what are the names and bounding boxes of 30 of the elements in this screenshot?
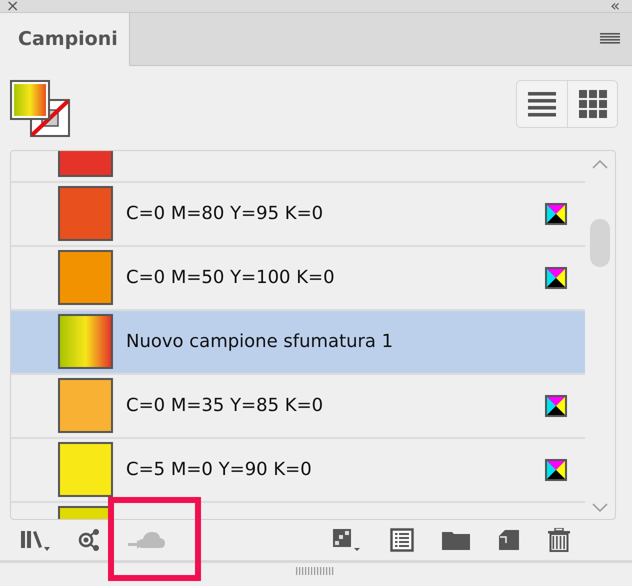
process-color-icon xyxy=(545,266,567,289)
menu-icon[interactable] xyxy=(600,32,620,45)
swatch-name: C=0 M=50 Y=100 K=0 xyxy=(126,267,336,288)
swatch-name: C=0 M=35 Y=85 K=0 xyxy=(126,395,324,416)
close-icon[interactable]: × xyxy=(6,0,20,12)
collapse-icon[interactable]: « xyxy=(610,0,620,12)
fill-stroke-icon[interactable] xyxy=(10,80,72,138)
new-swatch-icon[interactable] xyxy=(498,529,520,552)
resize-grip-icon[interactable] xyxy=(296,567,336,576)
swatch-name: C=5 M=0 Y=90 K=0 xyxy=(126,459,313,480)
swatch-name: C=0 M=80 Y=95 K=0 xyxy=(126,203,324,224)
swatch-name: Nuovo campione sfumatura 1 xyxy=(126,331,394,352)
trash-icon[interactable] xyxy=(548,528,570,552)
process-color-icon xyxy=(545,394,567,417)
process-color-icon xyxy=(545,458,567,481)
swatch-kind-icon[interactable] xyxy=(332,528,362,552)
list-icon xyxy=(528,90,556,118)
grid-icon xyxy=(578,90,606,118)
swatch-options-icon[interactable] xyxy=(390,528,414,552)
folder-icon[interactable] xyxy=(442,529,470,552)
color-swatch xyxy=(58,314,113,370)
share-icon[interactable] xyxy=(78,528,100,552)
scroll-thumb[interactable] xyxy=(590,218,610,267)
panel-tab[interactable]: Campioni xyxy=(0,13,130,66)
swatch-row[interactable]: C=0 M=80 Y=95 K=0 xyxy=(11,182,585,247)
library-icon[interactable] xyxy=(20,528,50,552)
process-color-icon xyxy=(545,202,567,225)
swatch-row[interactable]: C=5 M=0 Y=90 K=0 xyxy=(11,438,585,503)
swatch-row[interactable]: C=0 M=35 Y=85 K=0 xyxy=(11,374,585,439)
swatch-row[interactable]: Nuovo campione sfumatura 1 xyxy=(11,310,585,375)
